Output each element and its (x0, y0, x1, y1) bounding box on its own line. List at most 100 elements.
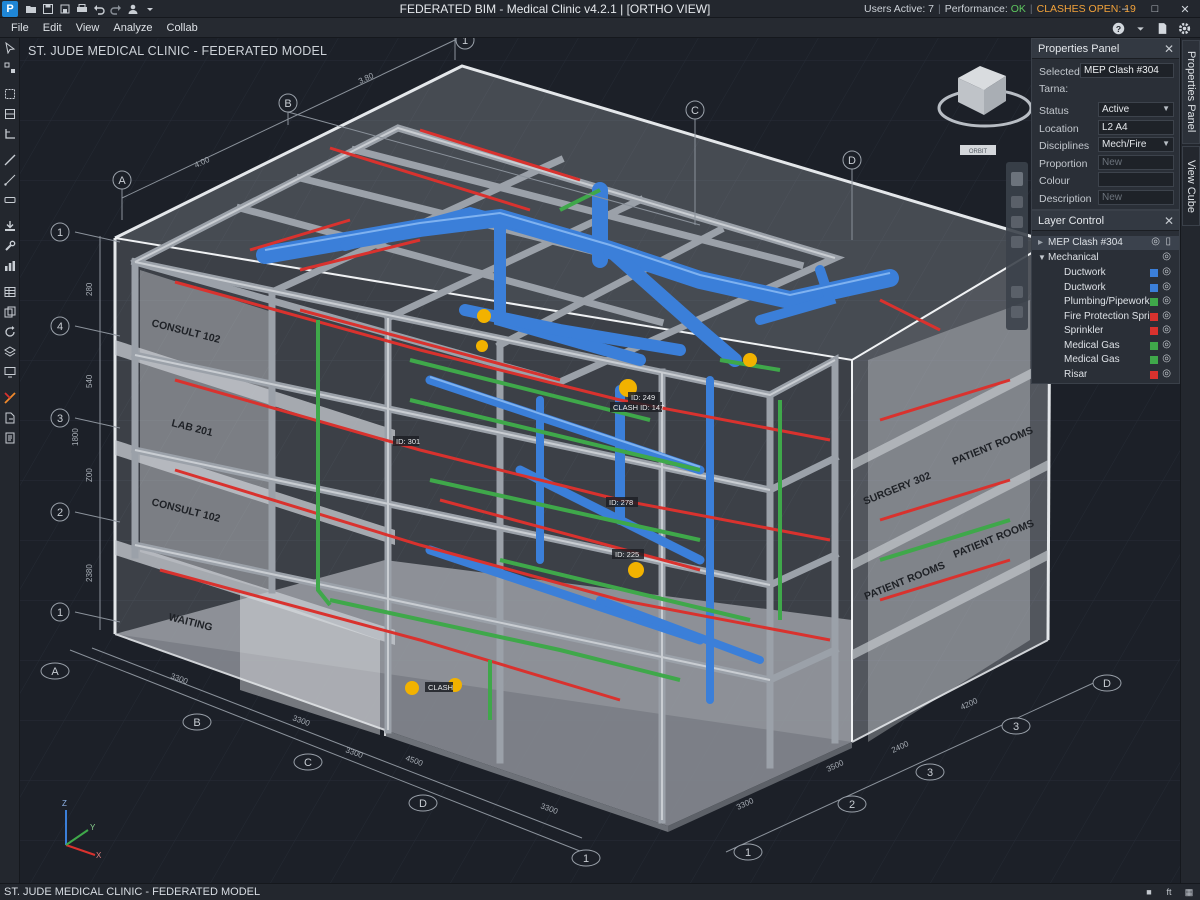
undo-icon[interactable] (90, 1, 107, 17)
close-icon[interactable]: ✕ (1164, 214, 1174, 228)
layer-item[interactable]: Medical Gas ◎ (1032, 353, 1179, 367)
layer-item[interactable]: Fire Protection Spri... ◎ (1032, 310, 1179, 324)
save-icon[interactable] (39, 1, 56, 17)
eye-icon[interactable]: ◎ (1162, 368, 1171, 379)
chart-icon[interactable] (0, 256, 20, 276)
trash-icon[interactable]: ▯ (1165, 236, 1171, 247)
eye-icon[interactable]: ◎ (1162, 339, 1171, 350)
look-icon[interactable] (1011, 286, 1023, 298)
zoom-icon[interactable] (1011, 216, 1023, 228)
view-cube-label[interactable]: ORBIT (969, 149, 988, 155)
pan-icon[interactable] (1011, 196, 1023, 208)
colour-field[interactable] (1098, 172, 1174, 187)
steering-wheel-icon[interactable] (1011, 172, 1023, 186)
save-all-icon[interactable] (56, 1, 73, 17)
layer-color-swatch[interactable] (1150, 370, 1158, 379)
close-icon[interactable]: ✕ (1164, 42, 1174, 56)
orbit-icon[interactable] (1011, 236, 1023, 248)
tab-view-cube[interactable]: View Cube (1182, 146, 1200, 226)
redo-icon[interactable] (107, 1, 124, 17)
menu-analyze[interactable]: Analyze (106, 22, 159, 34)
layer-color-swatch[interactable] (1150, 283, 1158, 292)
download-icon[interactable] (0, 216, 20, 236)
wrench-icon[interactable] (0, 236, 20, 256)
proportion-field[interactable]: New (1098, 155, 1174, 170)
clash-marker[interactable] (476, 340, 488, 352)
help-dropdown-icon[interactable] (1132, 20, 1148, 36)
print-icon[interactable] (73, 1, 90, 17)
clash-tag-clash147[interactable]: CLASH ID: 147 (613, 403, 664, 412)
clash-tag-id249[interactable]: ID: 249 (631, 393, 655, 402)
3d-viewport[interactable]: ID: 301 ID: 249 CLASH ID: 147 ID: 278 ID… (20, 38, 1180, 883)
layer-group-mechanical[interactable]: ▼ Mechanical ◎ (1032, 251, 1179, 265)
layer-color-swatch[interactable] (1150, 298, 1158, 306)
clash-marker[interactable] (477, 309, 491, 323)
disciplines-dropdown[interactable]: Mech/Fire ▼ (1098, 137, 1174, 152)
clash-tag-id301[interactable]: ID: 301 (396, 437, 420, 446)
layer-color-swatch[interactable] (1150, 312, 1158, 321)
layers-icon[interactable] (0, 342, 20, 362)
layer-color-swatch[interactable] (1150, 269, 1158, 277)
layer-color-swatch[interactable] (1150, 341, 1158, 350)
eye-icon[interactable]: ◎ (1162, 266, 1171, 277)
menu-edit[interactable]: Edit (36, 22, 69, 34)
layer-item[interactable]: Sprinkler ◎ (1032, 324, 1179, 338)
monitor-icon[interactable] (0, 362, 20, 382)
corner-icon[interactable] (0, 124, 20, 144)
section-box-icon[interactable] (0, 104, 20, 124)
table-icon[interactable] (0, 282, 20, 302)
menu-view[interactable]: View (69, 22, 107, 34)
help-icon[interactable]: ? (1110, 20, 1126, 36)
eye-icon[interactable]: ◎ (1162, 251, 1171, 262)
layer-item[interactable]: Risar ◎ (1032, 368, 1179, 382)
settings-gear-icon[interactable] (1176, 20, 1192, 36)
layer-item[interactable]: Ductwork ◎ (1032, 266, 1179, 280)
layer-color-swatch[interactable] (1150, 327, 1158, 335)
report-icon[interactable] (0, 428, 20, 448)
box-select-icon[interactable] (0, 84, 20, 104)
selected-value[interactable]: MEP Clash #304 (1080, 63, 1174, 78)
user-share-icon[interactable] (124, 1, 141, 17)
layer-item[interactable]: Ductwork ◎ (1032, 281, 1179, 295)
clash-marker[interactable] (405, 681, 419, 695)
multi-select-icon[interactable] (0, 58, 20, 78)
description-field[interactable]: New (1098, 190, 1174, 205)
select-arrow-icon[interactable] (0, 38, 20, 58)
units-indicator[interactable]: ft (1162, 885, 1176, 899)
layer-clash-item[interactable]: ▸ MEP Clash #304 ◎ ▯ (1032, 236, 1179, 250)
eye-icon[interactable]: ◎ (1162, 310, 1171, 321)
layer-color-swatch[interactable] (1150, 356, 1158, 364)
eye-icon[interactable]: ◎ (1151, 236, 1160, 247)
line-tool-icon[interactable] (0, 150, 20, 170)
eye-icon[interactable]: ◎ (1162, 324, 1171, 335)
measure-line-icon[interactable] (0, 170, 20, 190)
rotate-icon[interactable] (0, 322, 20, 342)
rectangle-tool-icon[interactable] (0, 190, 20, 210)
copy-icon[interactable] (0, 302, 20, 322)
menu-file[interactable]: File (4, 22, 36, 34)
status-dropdown[interactable]: Active ▼ (1098, 102, 1174, 117)
clash-tag-id278[interactable]: ID: 278 (609, 498, 633, 507)
minimize-icon[interactable]: – (1110, 0, 1140, 18)
section-icon[interactable] (1011, 306, 1023, 318)
layer-item[interactable]: Medical Gas ◎ (1032, 339, 1179, 353)
document-icon[interactable] (1154, 20, 1170, 36)
layer-item[interactable]: Plumbing/Pipework ◎ (1032, 295, 1179, 309)
clash-detect-icon[interactable] (0, 388, 20, 408)
eye-icon[interactable]: ◎ (1162, 295, 1171, 306)
quick-access-dropdown-icon[interactable] (141, 1, 158, 17)
grid-toggle-icon[interactable]: ▦ (1182, 885, 1196, 899)
tab-properties-panel[interactable]: Properties Panel (1182, 40, 1200, 144)
clash-tag-clash[interactable]: CLASH (428, 683, 453, 692)
clash-tag-id225[interactable]: ID: 225 (615, 550, 639, 559)
maximize-icon[interactable]: □ (1140, 0, 1170, 18)
open-folder-icon[interactable] (22, 1, 39, 17)
clash-marker[interactable] (743, 353, 757, 367)
location-field[interactable]: L2 A4 (1098, 120, 1174, 135)
close-icon[interactable]: ✕ (1170, 0, 1200, 18)
menu-collab[interactable]: Collab (160, 22, 205, 34)
eye-icon[interactable]: ◎ (1162, 281, 1171, 292)
eye-icon[interactable]: ◎ (1162, 353, 1171, 364)
navigation-bar[interactable] (1006, 162, 1028, 330)
export-icon[interactable] (0, 408, 20, 428)
